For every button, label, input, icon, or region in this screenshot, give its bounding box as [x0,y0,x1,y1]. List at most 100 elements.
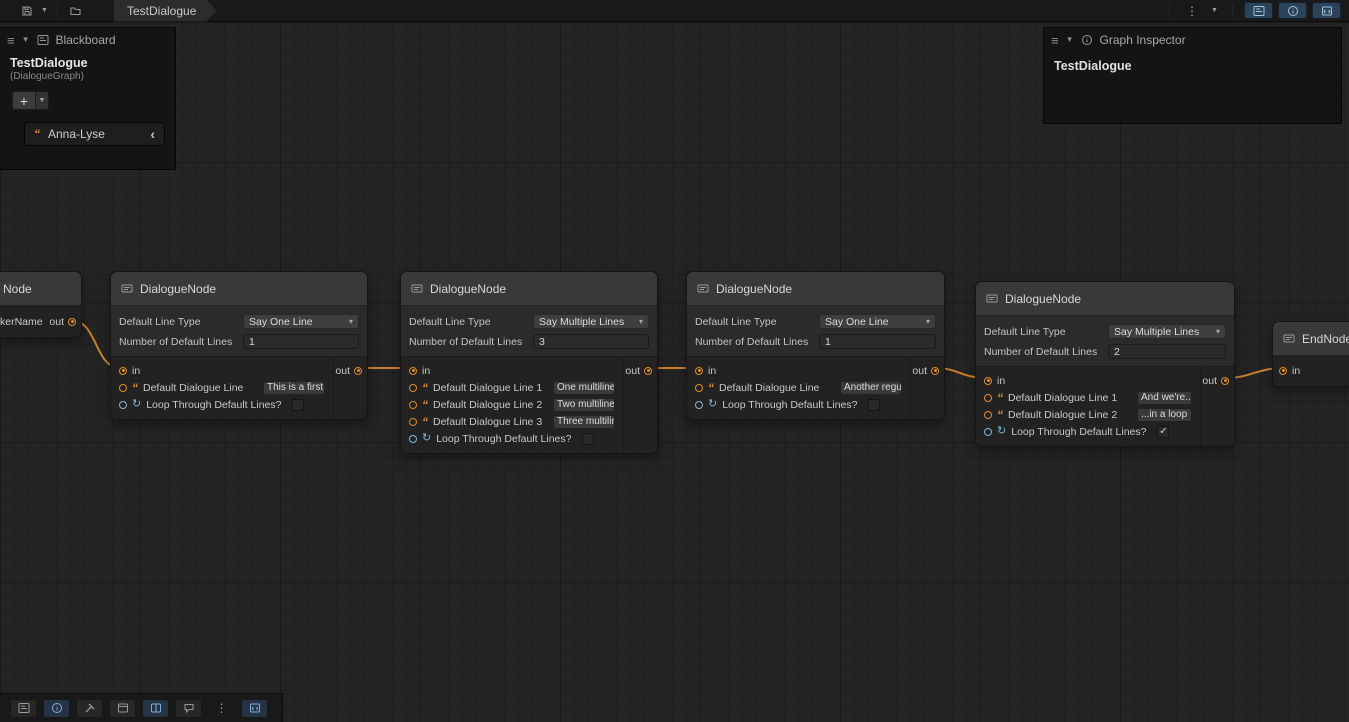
loop-icon: ↻ [997,426,1006,437]
node-title-bar[interactable]: DialogueNode [687,272,944,306]
hamburger-icon[interactable]: ≡ [1051,34,1059,47]
loop-port[interactable] [409,435,417,443]
dialogue-line-input[interactable]: Three multilin [553,415,615,429]
toolbar-separator [1169,4,1170,18]
blackboard-graph-type: (DialogueGraph) [0,70,175,82]
dialogue-line-port[interactable] [984,411,992,419]
loop-checkbox[interactable] [582,433,594,445]
input-value: 3 [539,336,545,348]
dialogue-line-port[interactable] [409,384,417,392]
more-menu-dropdown[interactable]: ▼ [1208,2,1221,19]
in-port[interactable] [984,377,992,385]
node-title: DialogueNode [1005,292,1081,306]
number-of-lines-input[interactable]: 3 [533,334,649,349]
inspector-panel-button[interactable] [43,699,70,718]
window-button[interactable] [109,699,136,718]
node-title-bar[interactable]: DialogueNode [401,272,657,306]
save-options-button[interactable]: ▼ [38,2,51,19]
save-button[interactable] [16,2,38,19]
dialogue-line-port[interactable] [119,384,127,392]
input-value: One multiline [557,382,615,393]
dialogue-node-1[interactable]: DialogueNode Default Line Type Say One L… [110,271,368,420]
dialogue-node-2[interactable]: DialogueNode Default Line Type Say Multi… [400,271,658,454]
inspector-icon [51,702,63,714]
loop-checkbox[interactable]: ✓ [1157,426,1169,438]
code-preview-button[interactable] [241,699,268,718]
node-title-bar[interactable]: EndNode [1273,322,1349,356]
dropdown-value: Say Multiple Lines [1114,326,1199,338]
out-port[interactable] [1221,377,1229,385]
dialogue-line-input[interactable]: ...in a loop [1137,408,1192,422]
in-port[interactable] [409,367,417,375]
dialogue-line-input[interactable]: Two multiline [553,398,615,412]
inspector-graph-name: TestDialogue [1044,52,1341,73]
dialogue-preview-button[interactable] [175,699,202,718]
out-port[interactable] [354,367,362,375]
port-label: Loop Through Default Lines? [436,433,571,445]
dialogue-node-3[interactable]: DialogueNode Default Line Type Say One L… [686,271,945,420]
graph-inspector-panel: ≡ ▼ Graph Inspector TestDialogue [1043,27,1342,124]
loop-checkbox[interactable] [292,399,304,411]
dialogue-line-input[interactable]: And we're... [1137,391,1192,405]
dialogue-line-input[interactable]: This is a first [263,381,325,395]
blackboard-panel-button[interactable] [10,699,37,718]
collapse-chevron-icon[interactable]: ‹ [150,126,155,142]
window-icon [117,702,129,714]
line-type-dropdown[interactable]: Say Multiple Lines ▾ [1108,324,1226,339]
speaker-node-partial[interactable]: Node kerName out [0,271,82,338]
blackboard-toggle-button[interactable] [1244,2,1273,19]
breadcrumb-tab[interactable]: TestDialogue [114,0,216,22]
more-options-button[interactable]: ⋮ [208,699,235,718]
node-title-bar[interactable]: DialogueNode [111,272,367,306]
input-value: Two multiline [557,399,615,410]
out-port[interactable] [68,318,76,326]
node-fields: Default Line Type Say Multiple Lines ▾ N… [401,306,657,356]
node-title: DialogueNode [140,282,216,296]
number-of-lines-input[interactable]: 2 [1108,344,1226,359]
blackboard-graph-name: TestDialogue [0,52,175,70]
line-type-dropdown[interactable]: Say One Line ▾ [819,314,936,329]
folder-icon [69,5,82,17]
end-node[interactable]: EndNode in [1272,321,1349,387]
dialogue-line-port[interactable] [695,384,703,392]
in-port[interactable] [119,367,127,375]
preview-toggle-button[interactable] [1312,2,1341,19]
foldout-icon[interactable]: ▼ [22,36,30,44]
number-of-lines-input[interactable]: 1 [819,334,936,349]
number-of-lines-input[interactable]: 1 [243,334,359,349]
inspector-toggle-button[interactable] [1278,2,1307,19]
dialogue-node-4[interactable]: DialogueNode Default Line Type Say Multi… [975,281,1235,447]
node-title-bar[interactable]: Node [0,272,81,306]
blackboard-property-row[interactable]: “ Anna-Lyse ‹ [24,122,165,146]
in-port[interactable] [1279,367,1287,375]
port-label: Default Dialogue Line 3 [433,416,542,428]
tools-button[interactable] [76,699,103,718]
dialogue-line-port[interactable] [984,394,992,402]
add-property-dropdown[interactable]: ▼ [36,91,49,110]
out-port[interactable] [931,367,939,375]
loop-icon: ↻ [132,399,141,410]
in-port[interactable] [695,367,703,375]
out-port[interactable] [644,367,652,375]
inspector-header[interactable]: ≡ ▼ Graph Inspector [1044,28,1341,52]
dialogue-line-input[interactable]: Another regu [840,381,902,395]
line-type-dropdown[interactable]: Say Multiple Lines ▾ [533,314,649,329]
dialogue-line-input[interactable]: One multiline [553,381,615,395]
loop-port[interactable] [984,428,992,436]
open-asset-button[interactable] [64,2,86,19]
loop-port[interactable] [119,401,127,409]
add-property-button[interactable]: + [12,91,36,110]
more-menu-button[interactable]: ⋮ [1181,2,1203,19]
panels-button[interactable] [142,699,169,718]
node-title-bar[interactable]: DialogueNode [976,282,1234,316]
hamburger-icon[interactable]: ≡ [7,34,15,47]
loop-port[interactable] [695,401,703,409]
blackboard-header[interactable]: ≡ ▼ Blackboard [0,28,175,52]
dialogue-line-port[interactable] [409,418,417,426]
dropdown-arrow-icon: ▾ [639,318,643,326]
foldout-icon[interactable]: ▼ [1066,36,1074,44]
line-type-dropdown[interactable]: Say One Line ▾ [243,314,359,329]
port-label: Default Dialogue Line 1 [433,382,542,394]
loop-checkbox[interactable] [868,399,880,411]
dialogue-line-port[interactable] [409,401,417,409]
